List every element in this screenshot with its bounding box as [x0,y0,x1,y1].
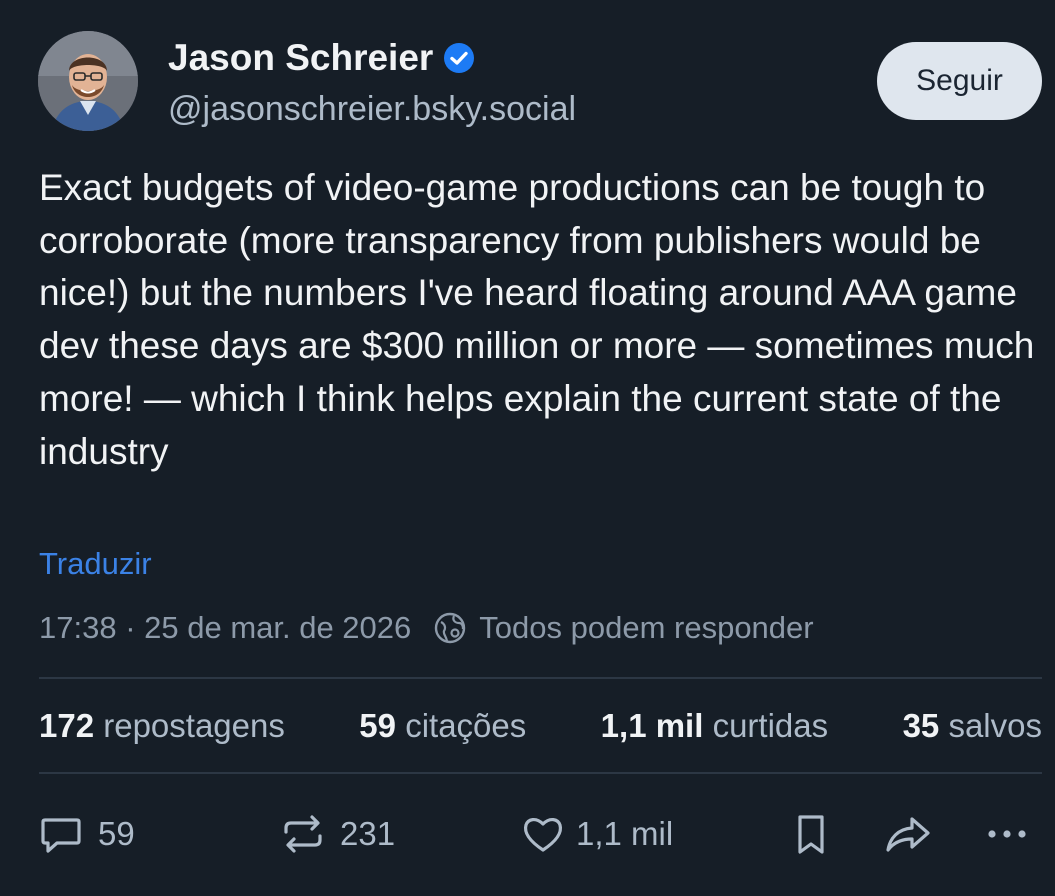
engagement-stats: 172 repostagens 59 citações 1,1 mil curt… [39,704,1042,748]
reposts-stat-label: repostagens [103,707,285,744]
divider [39,772,1042,774]
post-text: Exact budgets of video-game productions … [39,167,1035,472]
reply-icon [41,818,81,853]
avatar[interactable] [38,31,138,131]
reply-setting[interactable]: Todos podem responder [479,608,813,648]
follow-button[interactable]: Seguir [877,42,1042,120]
more-options-button[interactable] [982,808,1032,860]
globe-icon [433,611,467,645]
reply-button[interactable]: 59 [38,808,135,860]
like-count: 1,1 mil [576,815,674,852]
quotes-stat-label: citações [405,707,527,744]
likes-stat-value: 1,1 mil [600,707,704,744]
reposts-stat-value: 172 [39,707,95,744]
bookmark-icon [798,815,824,854]
quotes-stat[interactable]: 59 citações [359,704,526,748]
saves-stat[interactable]: 35 salvos [903,704,1042,748]
divider [39,677,1042,679]
reply-count: 59 [98,815,135,852]
bookmark-button[interactable] [788,808,834,860]
author-handle[interactable]: @jasonschreier.bsky.social [168,88,576,130]
likes-stat[interactable]: 1,1 mil curtidas [601,704,828,748]
reposts-stat[interactable]: 172 repostagens [39,704,285,748]
repost-count: 231 [340,815,396,852]
author-display-name[interactable]: Jason Schreier [168,36,433,80]
repost-icon [284,815,322,853]
quotes-stat-value: 59 [359,707,397,744]
saves-stat-value: 35 [902,707,940,744]
post-actions: 59 231 1,1 mil [36,808,1042,860]
share-button[interactable] [882,808,934,860]
verified-badge-icon[interactable] [443,42,475,74]
avatar-image [38,31,138,131]
likes-stat-label: curtidas [712,707,829,744]
like-button[interactable]: 1,1 mil [520,808,673,860]
share-icon [886,817,930,852]
author-name-row: Jason Schreier [168,36,475,80]
post-thread-item: Jason Schreier @jasonschreier.bsky.socia… [0,0,1055,896]
post-meta: 17:38 · 25 de mar. de 2026 Todos podem r… [39,608,814,648]
more-icon [988,830,1026,838]
post-timestamp: 17:38 · 25 de mar. de 2026 [39,610,412,645]
translate-link[interactable]: Traduzir [39,544,152,584]
repost-button[interactable]: 231 [280,808,395,860]
heart-icon [523,818,563,852]
saves-stat-label: salvos [948,707,1042,744]
